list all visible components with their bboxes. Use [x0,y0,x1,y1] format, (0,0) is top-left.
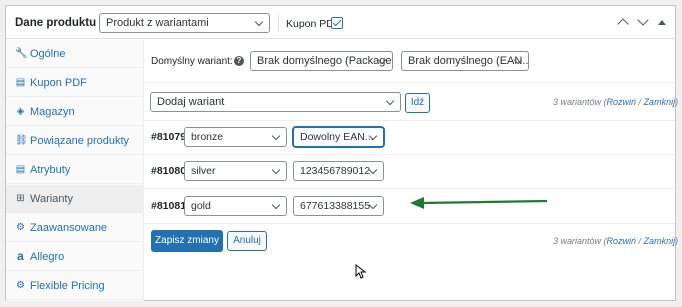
divider [145,188,675,189]
divider [145,120,675,121]
tab-label: Kupon PDF [30,77,87,89]
tab-attributes[interactable]: ▤ Atrybuty [6,156,143,184]
coupon-pdf-checkbox[interactable] [331,17,343,29]
cancel-button[interactable]: Anuluj [227,231,267,251]
slash-text: / [636,97,644,107]
tab-label: Warianty [30,193,73,205]
default-variant-label: Domyślny wariant: [151,56,233,67]
move-up-icon[interactable] [617,17,629,30]
tag-icon: ◈ [16,106,25,117]
variant-count-bottom: 3 wariantów (Rozwiń / Zamknij) [553,236,678,246]
default-variant-select-ean[interactable]: Brak domyślnego (EAN...) [401,51,529,71]
add-variant-select[interactable]: Dodaj wariant [150,92,401,112]
allegro-icon: a [17,249,24,263]
tab-linked-products[interactable]: ⛓ Powiązane produkty [6,127,143,155]
tab-label: Allegro [30,251,65,263]
variant-count-top: 3 wariantów (Rozwiń / Zamknij) [553,97,678,107]
tab-label: Powiązane produkty [30,135,130,147]
tab-label: Flexible Pricing [30,280,105,292]
panel-header: Dane produktu — Produkt z wariantami Kup… [6,6,675,39]
divider [145,154,675,155]
gear-icon: ⚙ [16,280,25,291]
link-icon: ⛓ [15,135,28,146]
grid-icon: ⊞ [16,193,25,204]
variant-count-text: 3 wariantów ( [553,236,607,246]
expand-all-link[interactable]: Rozwiń [607,97,637,107]
product-data-panel: Dane produktu — Produkt z wariantami Kup… [5,5,678,301]
tab-flexible-pricing[interactable]: ⚙ Flexible Pricing [6,272,143,300]
help-icon: ? [234,56,244,66]
mouse-cursor-icon [355,264,367,279]
collapse-all-link[interactable]: Zamknij [644,97,676,107]
divider [145,82,675,83]
save-changes-button[interactable]: Zapisz zmiany [151,230,223,252]
close-paren: ) [675,236,679,246]
close-paren: ) [675,97,679,107]
collapse-triangle-icon[interactable] [657,17,667,27]
variant-id: #81081 [151,200,187,212]
tab-allegro[interactable]: a Allegro [6,243,143,271]
variant-ean-select[interactable]: 677613388155 [293,196,384,216]
variant-ean-select[interactable]: 123456789012 [293,161,384,181]
gear-icon: ⚙ [16,222,25,233]
tab-inventory[interactable]: ◈ Magazyn [6,98,143,126]
wrench-icon: 🔧 [15,48,28,59]
variant-color-select[interactable]: bronze [184,127,287,147]
header-divider [278,15,279,31]
tab-advanced[interactable]: ⚙ Zaawansowane [6,214,143,242]
default-variant-select-package[interactable]: Brak domyślnego (Package...) [250,51,393,71]
variations-panel: Domyślny wariant: ? Brak domyślnego (Pac… [145,40,678,301]
product-data-tabs: 🔧 Ogólne ▤ Kupon PDF ◈ Magazyn ⛓ Powiąza… [6,40,144,301]
tab-coupon-pdf[interactable]: ▤ Kupon PDF [6,69,143,97]
collapse-all-link[interactable]: Zamknij [644,236,676,246]
variant-id: #81080 [151,165,187,177]
tab-label: Zaawansowane [30,222,108,234]
variant-color-select[interactable]: gold [184,196,287,216]
product-type-select[interactable]: Produkt z wariantami [99,13,270,33]
list-icon: ▤ [15,164,26,175]
expand-all-link[interactable]: Rozwiń [607,236,637,246]
tab-variations[interactable]: ⊞ Warianty [6,185,143,213]
tab-label: Magazyn [30,106,75,118]
variant-count-text: 3 wariantów ( [553,97,607,107]
tab-label: Atrybuty [30,164,71,176]
slash-text: / [636,236,644,246]
divider [145,223,675,224]
move-down-icon[interactable] [637,14,649,27]
panel-title: Dane produktu — [15,17,111,29]
variant-color-select[interactable]: silver [184,161,287,181]
variant-id: #81079 [151,131,187,143]
document-icon: ▤ [15,77,26,88]
tab-general[interactable]: 🔧 Ogólne [6,40,143,68]
variant-ean-select[interactable]: Dowolny EAN... [293,127,384,147]
tab-label: Ogólne [30,48,66,60]
go-button[interactable]: Idź [405,93,430,113]
annotation-arrow [410,197,548,209]
